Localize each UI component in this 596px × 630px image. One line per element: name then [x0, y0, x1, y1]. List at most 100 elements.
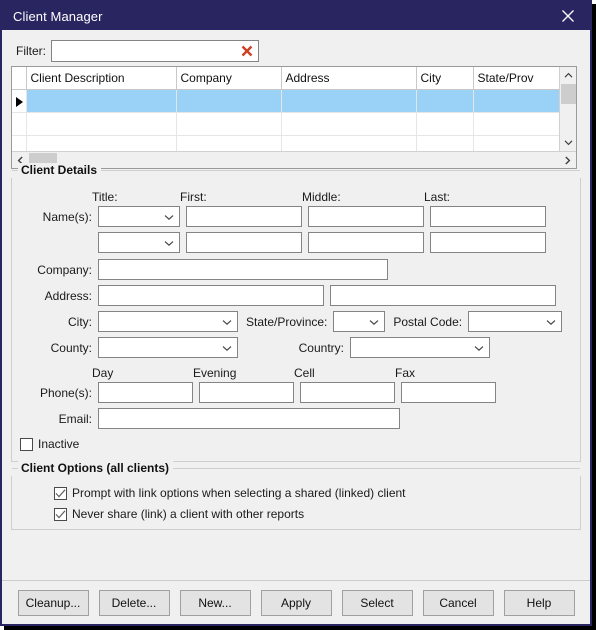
never-share-checkbox[interactable]: [54, 507, 67, 521]
first-name-input-2[interactable]: [186, 232, 302, 253]
phone-fax-input[interactable]: [401, 382, 496, 403]
middle-name-input-1[interactable]: [308, 206, 424, 227]
prompt-link-options-checkbox[interactable]: [54, 486, 67, 500]
city-row: City: State/Province: Postal Code:: [20, 311, 572, 332]
table-cell[interactable]: [176, 89, 282, 113]
grid-scrollport: Client Description Company Address City …: [12, 67, 559, 151]
column-header[interactable]: Address: [281, 67, 417, 90]
help-button[interactable]: Help: [503, 589, 575, 616]
first-column-header: First:: [180, 190, 207, 204]
inactive-label: Inactive: [38, 437, 80, 451]
chevron-down-icon: [474, 341, 484, 355]
inactive-row: Inactive: [20, 437, 572, 451]
chevron-right-icon[interactable]: [559, 152, 576, 169]
grid-body: Client Description Company Address City …: [12, 67, 576, 151]
table-cell[interactable]: [473, 89, 559, 113]
postal-label: Postal Code:: [393, 314, 463, 329]
table-cell[interactable]: [416, 89, 474, 113]
chevron-down-icon: [369, 315, 379, 329]
city-combo[interactable]: [98, 311, 238, 332]
table-cell[interactable]: [281, 89, 417, 113]
postal-combo[interactable]: [468, 311, 563, 332]
clear-x-icon[interactable]: [239, 43, 255, 59]
column-header[interactable]: City: [416, 67, 474, 90]
inactive-checkbox[interactable]: [20, 437, 33, 451]
table-cell[interactable]: [473, 135, 559, 151]
column-header[interactable]: Company: [176, 67, 282, 90]
table-cell[interactable]: [26, 89, 177, 113]
county-row: County: Country:: [20, 337, 572, 358]
middle-name-input-2[interactable]: [308, 232, 424, 253]
names-label: Name(s):: [42, 209, 92, 224]
phones-label: Phone(s):: [39, 385, 92, 400]
email-label: Email:: [58, 411, 92, 426]
table-cell[interactable]: [176, 135, 282, 151]
table-cell[interactable]: [416, 135, 474, 151]
table-cell[interactable]: [26, 135, 177, 151]
table-header-row: Client Description Company Address City …: [12, 67, 559, 90]
dialog-body: Filter: Client Description Company Addre…: [2, 30, 590, 624]
cancel-button[interactable]: Cancel: [422, 589, 494, 616]
phone-headers-row: Day Evening Cell Fax: [20, 366, 572, 380]
county-label: County:: [50, 340, 92, 355]
country-label: Country:: [298, 340, 344, 355]
select-button[interactable]: Select: [341, 589, 413, 616]
new-button[interactable]: New...: [179, 589, 251, 616]
name-headers-row: Title: First: Middle: Last:: [20, 190, 572, 204]
table-cell[interactable]: [176, 112, 282, 136]
window-title: Client Manager: [13, 8, 103, 24]
row-indicator-cell: [12, 112, 27, 136]
apply-button[interactable]: Apply: [260, 589, 332, 616]
row-indicator-cell: [12, 89, 27, 113]
table-cell[interactable]: [416, 112, 474, 136]
option-row-prompt-link: Prompt with link options when selecting …: [20, 486, 572, 500]
county-combo[interactable]: [98, 337, 238, 358]
chevron-up-icon[interactable]: [560, 67, 577, 84]
title-combo-2[interactable]: [98, 232, 180, 253]
name-row-1: Name(s):: [20, 206, 572, 227]
row-indicator-cell: [12, 135, 27, 151]
filter-row: Filter:: [11, 30, 581, 64]
vertical-scroll-thumb[interactable]: [560, 84, 576, 104]
table-row[interactable]: [12, 135, 559, 151]
name-row-2: [20, 232, 572, 253]
first-name-input-1[interactable]: [186, 206, 302, 227]
state-label: State/Province:: [246, 314, 328, 329]
delete-button[interactable]: Delete...: [98, 589, 170, 616]
table-cell[interactable]: [281, 112, 417, 136]
window-shadow-bottom: [4, 626, 596, 630]
phone-evening-input[interactable]: [199, 382, 294, 403]
last-column-header: Last:: [424, 190, 451, 204]
close-icon[interactable]: [546, 2, 590, 30]
cleanup-button[interactable]: Cleanup...: [17, 589, 89, 616]
company-input[interactable]: [98, 259, 388, 280]
table-cell[interactable]: [281, 135, 417, 151]
last-name-input-1[interactable]: [430, 206, 546, 227]
company-label: Company:: [37, 262, 92, 277]
address-label: Address:: [44, 288, 92, 303]
table-cell[interactable]: [26, 112, 177, 136]
fax-column-header: Fax: [395, 366, 416, 380]
country-combo[interactable]: [350, 337, 490, 358]
filter-box: [51, 40, 259, 62]
filter-input[interactable]: [52, 41, 258, 61]
state-combo[interactable]: [333, 311, 386, 332]
chevron-down-icon: [546, 315, 556, 329]
chevron-down-icon: [222, 341, 232, 355]
cell-column-header: Cell: [294, 366, 315, 380]
table-cell[interactable]: [473, 112, 559, 136]
table-row[interactable]: [12, 89, 559, 113]
column-header[interactable]: State/Prov: [473, 67, 559, 90]
last-name-input-2[interactable]: [430, 232, 546, 253]
column-header[interactable]: Client Description: [26, 67, 177, 90]
address-input-2[interactable]: [330, 285, 556, 306]
table-row[interactable]: [12, 112, 559, 136]
email-input[interactable]: [98, 408, 400, 429]
vertical-scrollbar[interactable]: [559, 67, 576, 151]
chevron-down-icon[interactable]: [560, 134, 577, 151]
city-label: City:: [68, 314, 92, 329]
address-input-1[interactable]: [98, 285, 324, 306]
phone-day-input[interactable]: [98, 382, 193, 403]
title-combo-1[interactable]: [98, 206, 180, 227]
phone-cell-input[interactable]: [300, 382, 395, 403]
